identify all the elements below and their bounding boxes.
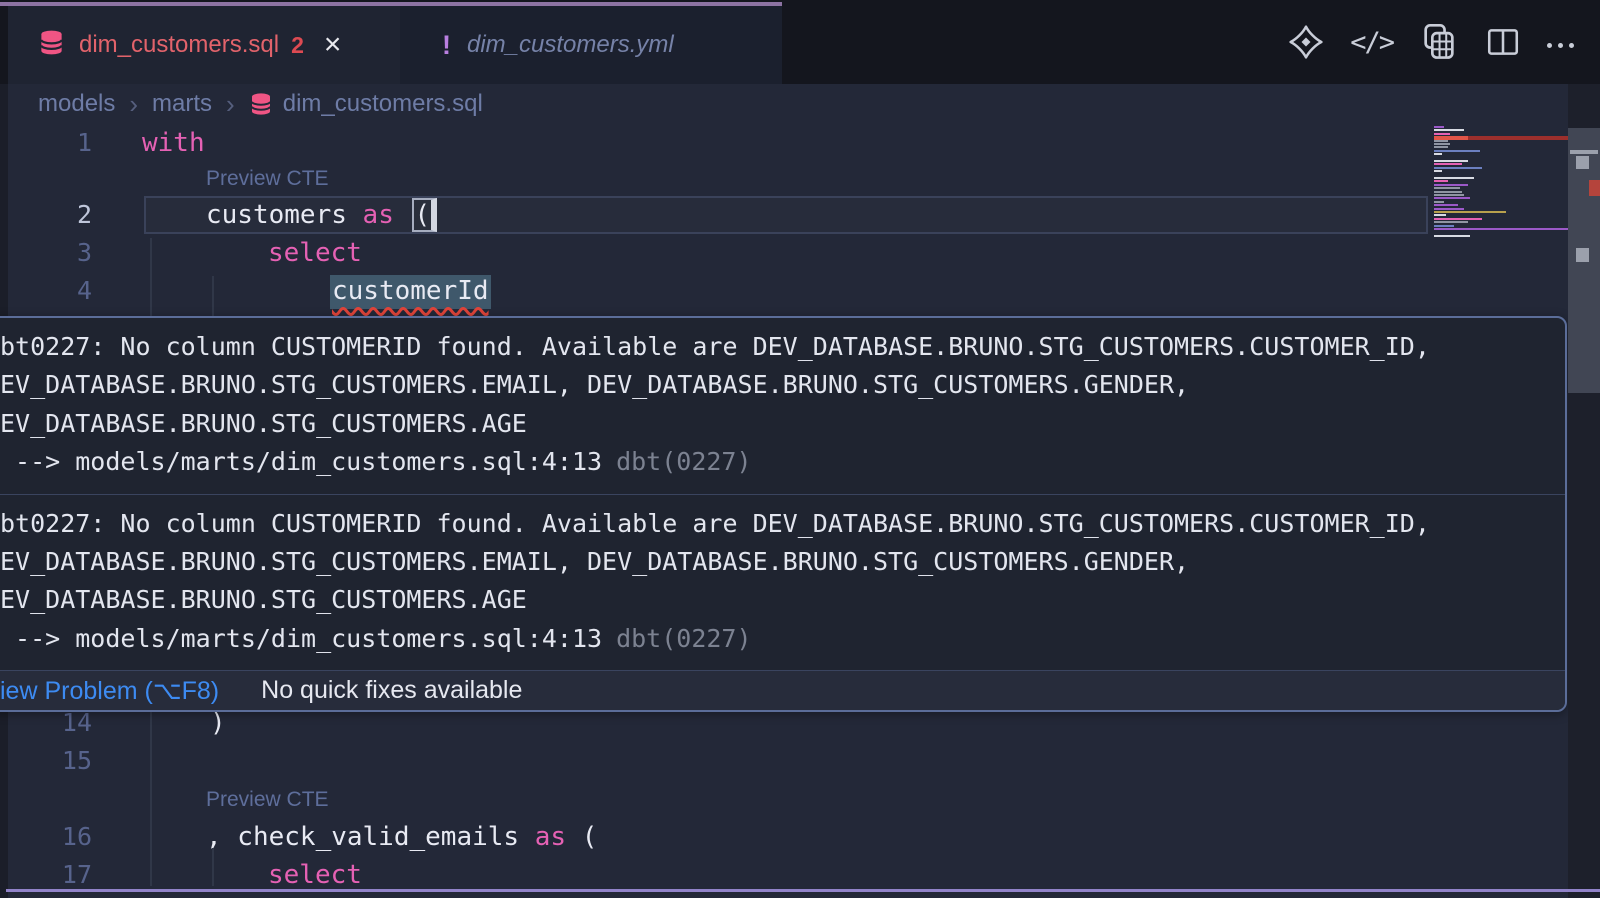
compile-sql-icon[interactable]: </> <box>1350 27 1393 58</box>
tab-label: dim_customers.sql <box>79 31 279 59</box>
indent-guide <box>212 276 214 316</box>
database-icon <box>38 28 65 62</box>
error-file-location[interactable]: --> models/marts/dim_customers.sql:4:13 <box>0 447 602 476</box>
error-source-code: dbt(0227) <box>616 447 751 476</box>
block-cursor: ( <box>412 198 438 232</box>
code-line-16[interactable]: , check_valid_emails as ( <box>206 818 597 856</box>
error-file-location[interactable]: --> models/marts/dim_customers.sql:4:13 <box>0 624 602 653</box>
query-results-icon[interactable] <box>1419 22 1459 62</box>
line-number-16: 16 <box>30 818 92 856</box>
code-line-2[interactable]: customers as ( <box>206 196 437 234</box>
indent-guide <box>150 238 152 316</box>
line-number-3: 3 <box>30 234 92 272</box>
line-number-1: 1 <box>30 124 92 162</box>
chevron-right-icon: › <box>226 89 235 120</box>
line-number-15: 15 <box>30 742 92 780</box>
error-source-code: dbt(0227) <box>616 624 751 653</box>
error-text: EV_DATABASE.BRUNO.STG_CUSTOMERS.AGE <box>0 581 1549 619</box>
indent-guide <box>150 712 152 886</box>
tab-close-icon[interactable]: × <box>324 30 342 60</box>
tab-dim-customers-sql[interactable]: dim_customers.sql 2 × <box>8 6 400 84</box>
line-number-2: 2 <box>30 196 92 234</box>
error-message-2: bt0227: No column CUSTOMERID found. Avai… <box>0 494 1565 671</box>
no-quick-fixes-label: No quick fixes available <box>261 676 522 705</box>
more-actions-icon[interactable] <box>1547 37 1574 48</box>
ruler-marker <box>1576 248 1589 262</box>
indent-guide <box>212 848 214 886</box>
error-hover-popup: bt0227: No column CUSTOMERID found. Avai… <box>0 316 1567 712</box>
error-text: bt0227: No column CUSTOMERID found. Avai… <box>0 328 1549 366</box>
error-text: EV_DATABASE.BRUNO.STG_CUSTOMERS.EMAIL, D… <box>0 543 1549 581</box>
codelens-preview-cte[interactable]: Preview CTE <box>206 785 329 815</box>
chevron-right-icon: › <box>129 89 138 120</box>
error-indicator-icon: ! <box>442 30 451 61</box>
breadcrumb-file-label: dim_customers.sql <box>283 90 483 118</box>
panel-focus-border <box>6 889 1600 892</box>
error-token-customerid: customerId <box>330 275 491 309</box>
error-text: EV_DATABASE.BRUNO.STG_CUSTOMERS.AGE <box>0 405 1549 443</box>
minimap[interactable] <box>1434 122 1568 322</box>
tab-problem-count-badge: 2 <box>291 32 304 59</box>
code-line-1[interactable]: with <box>142 124 205 162</box>
error-message-1: bt0227: No column CUSTOMERID found. Avai… <box>0 318 1565 494</box>
codelens-preview-cte[interactable]: Preview CTE <box>206 164 329 194</box>
dbt-logo-icon[interactable] <box>1288 24 1324 60</box>
minimap-content <box>1434 122 1568 322</box>
ruler-marker <box>1570 150 1598 154</box>
overview-ruler-scrollbar[interactable] <box>1568 84 1600 898</box>
error-text: bt0227: No column CUSTOMERID found. Avai… <box>0 505 1549 543</box>
editor-window: dim_customers.sql 2 × ! dim_customers.ym… <box>0 0 1600 898</box>
view-problem-link[interactable]: iew Problem (⌥F8) <box>0 676 219 706</box>
error-location: --> models/marts/dim_customers.sql:4:13 d… <box>0 620 1549 658</box>
code-line-4[interactable]: customerId <box>330 272 491 310</box>
split-editor-icon[interactable] <box>1485 24 1521 60</box>
line-number-4: 4 <box>30 272 92 310</box>
breadcrumb-item-marts[interactable]: marts <box>152 90 212 118</box>
ruler-error-marker <box>1589 180 1600 196</box>
ruler-marker <box>1576 156 1589 169</box>
code-line-3[interactable]: select <box>268 234 362 272</box>
breadcrumb-item-models[interactable]: models <box>38 90 115 118</box>
error-location: --> models/marts/dim_customers.sql:4:13 d… <box>0 443 1549 481</box>
breadcrumb: models › marts › dim_customers.sql <box>38 84 483 124</box>
popup-status-bar: iew Problem (⌥F8) No quick fixes availab… <box>0 670 1565 710</box>
breadcrumb-item-file[interactable]: dim_customers.sql <box>249 90 483 118</box>
editor-actions-toolbar: </> <box>1288 22 1574 62</box>
database-icon <box>249 91 273 117</box>
error-text: EV_DATABASE.BRUNO.STG_CUSTOMERS.EMAIL, D… <box>0 366 1549 404</box>
tab-label: dim_customers.yml <box>467 31 674 59</box>
tab-dim-customers-yml[interactable]: ! dim_customers.yml <box>400 6 782 84</box>
